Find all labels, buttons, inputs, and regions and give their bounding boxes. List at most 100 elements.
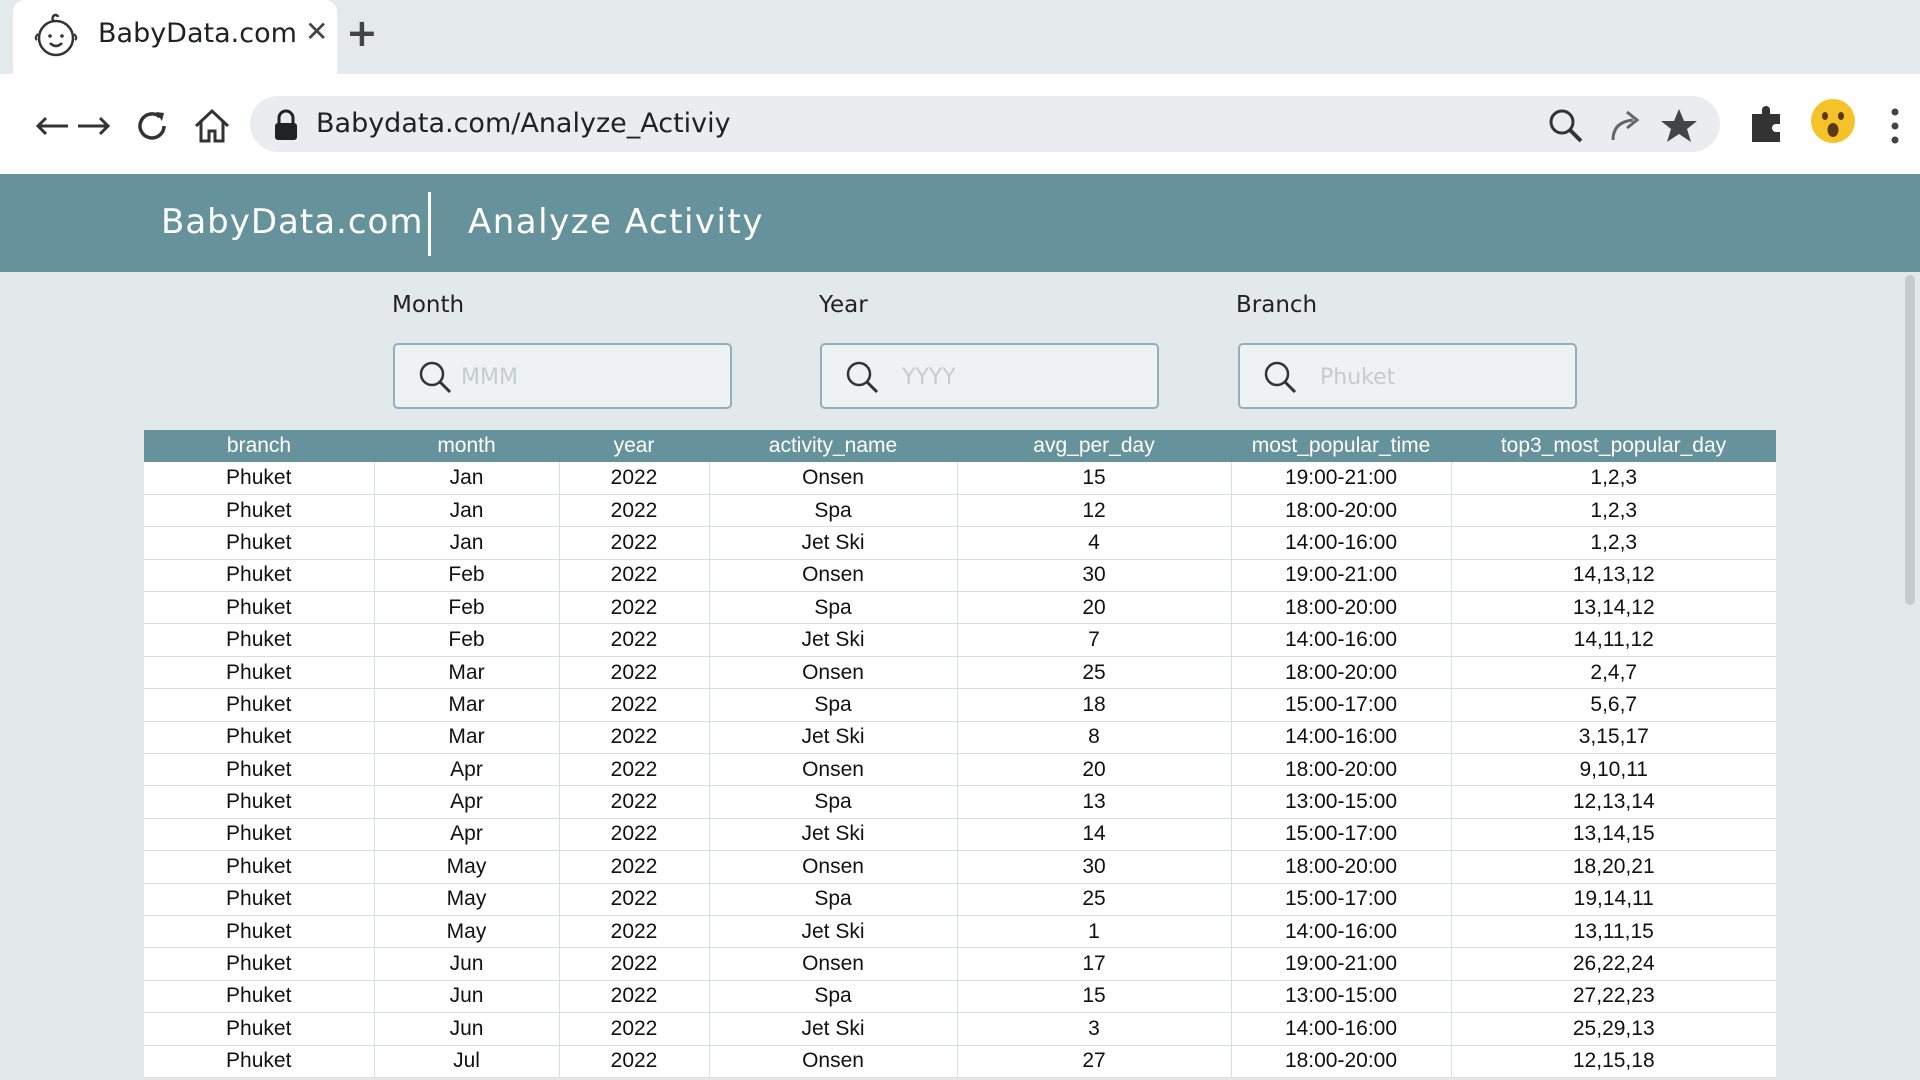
cell-branch: Phuket xyxy=(144,623,375,657)
cell-activity-name: Onsen xyxy=(709,850,958,884)
cell-year: 2022 xyxy=(559,494,710,528)
cell-month: Jun xyxy=(374,947,560,981)
table-row[interactable]: Phuket Feb 2022 Jet Ski 7 14:00-16:00 14,11,12 xyxy=(144,623,1776,657)
column-header-month[interactable]: month xyxy=(374,430,559,462)
search-icon[interactable] xyxy=(1546,106,1586,146)
table-row[interactable]: Phuket Mar 2022 Onsen 25 18:00-20:00 2,4,7 xyxy=(144,656,1776,690)
column-header-avg-per-day[interactable]: avg_per_day xyxy=(957,430,1231,462)
table-row[interactable]: Phuket Apr 2022 Onsen 20 18:00-20:00 9,10,11 xyxy=(144,753,1776,787)
column-header-most-popular-time[interactable]: most_popular_time xyxy=(1231,430,1451,462)
table-row[interactable]: Phuket Jan 2022 Onsen 15 19:00-21:00 1,2,3 xyxy=(144,462,1776,495)
month-input[interactable] xyxy=(461,357,711,397)
cell-year: 2022 xyxy=(559,623,710,657)
cell-top3-most-popular-day: 3,15,17 xyxy=(1451,721,1776,755)
cell-top3-most-popular-day: 25,29,13 xyxy=(1451,1012,1776,1046)
column-header-activity-name[interactable]: activity_name xyxy=(709,430,957,462)
table-row[interactable]: Phuket Jan 2022 Jet Ski 4 14:00-16:00 1,2,3 xyxy=(144,526,1776,560)
branch-input[interactable] xyxy=(1320,357,1570,397)
cell-branch: Phuket xyxy=(144,688,375,722)
column-header-branch[interactable]: branch xyxy=(144,430,374,462)
lock-icon xyxy=(275,109,297,140)
month-filter[interactable] xyxy=(393,343,732,409)
table-row[interactable]: Phuket Jun 2022 Spa 15 13:00-15:00 27,22,23 xyxy=(144,980,1776,1014)
arrow-right-icon[interactable] xyxy=(72,104,116,148)
cell-branch: Phuket xyxy=(144,494,375,528)
cell-month: May xyxy=(374,850,560,884)
cell-avg-per-day: 8 xyxy=(957,721,1232,755)
star-icon[interactable] xyxy=(1659,106,1699,146)
browser-toolbar: Babydata.com/Analyze_Activiy xyxy=(0,74,1920,174)
table-row[interactable]: Phuket Jul 2022 Onsen 27 18:00-20:00 12,15,18 xyxy=(144,1045,1776,1078)
cell-most-popular-time: 13:00-15:00 xyxy=(1231,980,1452,1014)
close-icon[interactable]: ✕ xyxy=(305,18,328,46)
cell-activity-name: Onsen xyxy=(709,1045,958,1078)
baby-face-icon xyxy=(34,13,78,57)
table-row[interactable]: Phuket Apr 2022 Jet Ski 14 15:00-17:00 13,14,1… xyxy=(144,818,1776,852)
cell-avg-per-day: 30 xyxy=(957,850,1232,884)
surprised-emoji-icon[interactable] xyxy=(1810,98,1856,144)
table-row[interactable]: Phuket May 2022 Jet Ski 1 14:00-16:00 13,11,15 xyxy=(144,915,1776,949)
cell-year: 2022 xyxy=(559,591,710,625)
table-row[interactable]: Phuket Feb 2022 Spa 20 18:00-20:00 13,14,12 xyxy=(144,591,1776,625)
table-row[interactable]: Phuket May 2022 Onsen 30 18:00-20:00 18,20,21 xyxy=(144,850,1776,884)
cell-branch: Phuket xyxy=(144,526,375,560)
cell-year: 2022 xyxy=(559,980,710,1014)
cell-year: 2022 xyxy=(559,785,710,819)
table-row[interactable]: Phuket Jan 2022 Spa 12 18:00-20:00 1,2,3 xyxy=(144,494,1776,528)
new-tab-icon[interactable]: + xyxy=(346,14,378,52)
column-header-year[interactable]: year xyxy=(559,430,709,462)
cell-activity-name: Jet Ski xyxy=(709,915,958,949)
browser-tab[interactable]: BabyData.com ✕ xyxy=(13,0,337,74)
cell-most-popular-time: 19:00-21:00 xyxy=(1231,462,1452,495)
cell-avg-per-day: 15 xyxy=(957,980,1232,1014)
share-icon[interactable] xyxy=(1605,106,1645,146)
table-row[interactable]: Phuket Mar 2022 Jet Ski 8 14:00-16:00 3,15,17 xyxy=(144,721,1776,755)
cell-most-popular-time: 18:00-20:00 xyxy=(1231,656,1452,690)
table-row[interactable]: Phuket May 2022 Spa 25 15:00-17:00 19,14,11 xyxy=(144,883,1776,916)
cell-most-popular-time: 18:00-20:00 xyxy=(1231,1045,1452,1078)
cell-avg-per-day: 17 xyxy=(957,947,1232,981)
table-row[interactable]: Phuket Jun 2022 Onsen 17 19:00-21:00 26,22,24 xyxy=(144,947,1776,981)
cell-month: Apr xyxy=(374,818,560,852)
puzzle-icon[interactable] xyxy=(1746,102,1790,146)
cell-avg-per-day: 14 xyxy=(957,818,1232,852)
table-header-row: branch month year activity_name avg_per_… xyxy=(144,430,1776,462)
table-row[interactable]: Phuket Mar 2022 Spa 18 15:00-17:00 5,6,7 xyxy=(144,688,1776,722)
kebab-menu-icon[interactable] xyxy=(1880,104,1910,148)
cell-month: Jun xyxy=(374,980,560,1014)
cell-year: 2022 xyxy=(559,462,710,495)
cell-top3-most-popular-day: 1,2,3 xyxy=(1451,526,1776,560)
year-filter[interactable] xyxy=(820,343,1159,409)
cell-top3-most-popular-day: 2,4,7 xyxy=(1451,656,1776,690)
cell-avg-per-day: 13 xyxy=(957,785,1232,819)
cell-year: 2022 xyxy=(559,947,710,981)
arrow-left-icon[interactable] xyxy=(30,104,74,148)
cell-branch: Phuket xyxy=(144,883,375,916)
cell-top3-most-popular-day: 19,14,11 xyxy=(1451,883,1776,916)
table-row[interactable]: Phuket Feb 2022 Onsen 30 19:00-21:00 14,13,12 xyxy=(144,559,1776,593)
cell-top3-most-popular-day: 18,20,21 xyxy=(1451,850,1776,884)
year-filter-label: Year xyxy=(819,292,868,318)
table-row[interactable]: Phuket Jun 2022 Jet Ski 3 14:00-16:00 25,29,13 xyxy=(144,1012,1776,1046)
table-row[interactable]: Phuket Apr 2022 Spa 13 13:00-15:00 12,13,14 xyxy=(144,785,1776,819)
branch-filter[interactable] xyxy=(1238,343,1577,409)
brand-logo-text[interactable]: BabyData.com xyxy=(161,202,423,242)
cell-top3-most-popular-day: 5,6,7 xyxy=(1451,688,1776,722)
reload-icon[interactable] xyxy=(130,104,174,148)
cell-activity-name: Spa xyxy=(709,980,958,1014)
url-text[interactable]: Babydata.com/Analyze_Activiy xyxy=(316,108,731,139)
scrollbar-thumb[interactable] xyxy=(1905,275,1915,605)
month-filter-label: Month xyxy=(392,292,465,318)
cell-month: Apr xyxy=(374,753,560,787)
cell-activity-name: Onsen xyxy=(709,462,958,495)
cell-branch: Phuket xyxy=(144,818,375,852)
home-icon[interactable] xyxy=(190,104,234,148)
year-input[interactable] xyxy=(902,357,1152,397)
cell-year: 2022 xyxy=(559,883,710,916)
cell-year: 2022 xyxy=(559,915,710,949)
address-bar[interactable]: Babydata.com/Analyze_Activiy xyxy=(250,96,1720,152)
column-header-top3-most-popular-day[interactable]: top3_most_popular_day xyxy=(1451,430,1776,462)
cell-activity-name: Spa xyxy=(709,883,958,916)
cell-top3-most-popular-day: 14,11,12 xyxy=(1451,623,1776,657)
cell-activity-name: Spa xyxy=(709,494,958,528)
